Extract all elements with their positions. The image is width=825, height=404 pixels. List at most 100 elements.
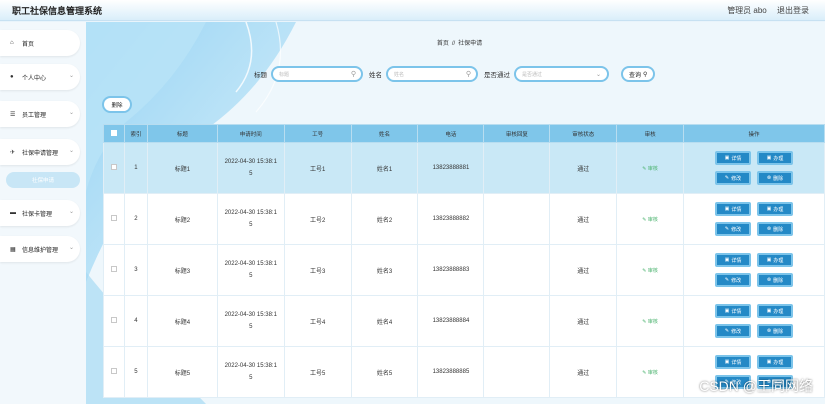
cell-phone: 13823888881 — [417, 142, 485, 194]
audit-label: 审核 — [647, 165, 658, 172]
handle-button[interactable]: ▣ 办理 — [757, 304, 794, 318]
row-actions: ▣ 详情 ▣ 办理 ✎ 修改 ⊗ 删除 — [684, 202, 824, 236]
sidebar-item-card[interactable]: ▬ 社保卡管理 ⌄ — [0, 200, 80, 226]
detail-button[interactable]: ▣ 详情 — [715, 304, 752, 318]
sidebar-item-info[interactable]: ▦ 信息维护管理 ⌄ — [0, 236, 80, 262]
row-select-cell[interactable] — [103, 193, 125, 245]
column-header: 审核回复 — [483, 124, 551, 143]
handle-button[interactable]: ▣ 办理 — [757, 253, 794, 267]
delete-label: 删除 — [773, 277, 784, 284]
breadcrumb-home[interactable]: 首页 — [437, 41, 449, 47]
cell-name: 姓名2 — [350, 193, 419, 245]
row-checkbox[interactable] — [110, 368, 117, 374]
sidebar-item-social-apply[interactable]: ✈ 社保申请管理 ⌄ — [0, 139, 80, 165]
cell-reply — [483, 295, 551, 347]
name-placeholder: 姓名 — [394, 71, 405, 78]
select-all-checkbox[interactable] — [110, 129, 117, 136]
audit-link[interactable]: ✎ 审核 — [642, 370, 658, 376]
chevron-down-icon: ⌄ — [595, 72, 601, 78]
breadcrumb-current: 社保申请 — [458, 41, 483, 47]
query-button[interactable]: 查询 ⚲ — [621, 66, 656, 82]
table-row[interactable]: 2 标题2 2022-04-30 15:38:1 5 工号2 姓名2 138238… — [103, 193, 825, 245]
row-select-cell[interactable] — [103, 244, 125, 296]
table-row[interactable]: 1 标题1 2022-04-30 15:38:1 5 工号1 姓名1 138238… — [103, 142, 825, 194]
list-icon: ☰ — [10, 111, 16, 118]
row-checkbox[interactable] — [110, 317, 117, 323]
cell-ops: ▣ 详情 ▣ 办理 ✎ 修改 ⊗ 删除 — [683, 142, 825, 194]
audit-link[interactable]: ✎ 审核 — [642, 319, 658, 325]
row-select-cell[interactable] — [103, 295, 125, 347]
sidebar-item-home[interactable]: ⌂ 首页 — [0, 30, 80, 56]
edit-button[interactable]: ✎ 修改 — [715, 222, 752, 236]
audit-label: 审核 — [647, 318, 658, 325]
column-header: 姓名 — [350, 124, 419, 143]
cell-reply — [483, 142, 551, 194]
row-checkbox[interactable] — [110, 215, 117, 221]
cell-time-line1: 2022-04-30 15:38:1 — [224, 159, 277, 165]
table-row[interactable]: 4 标题4 2022-04-30 15:38:1 5 工号4 姓名4 138238… — [103, 295, 825, 347]
sidebar: ⌂ 首页 ● 个人中心 ⌄ ☰ 员工管理 ⌄ ✈ 社保申请管理 ⌄ 社保申请 ▬… — [0, 22, 86, 404]
passed-select[interactable]: 是否通过 ⌄ — [514, 66, 609, 82]
audit-link[interactable]: ✎ 审核 — [642, 166, 658, 172]
detail-button[interactable]: ▣ 详情 — [715, 355, 752, 369]
row-checkbox[interactable] — [110, 266, 117, 272]
row-select-cell[interactable] — [103, 142, 125, 194]
delete-button[interactable]: ⊗ 删除 — [757, 171, 794, 185]
handle-label: 办理 — [773, 257, 784, 264]
cell-audit: ✎ 审核 — [616, 295, 685, 347]
name-input[interactable]: 姓名 ⚲ — [386, 66, 478, 82]
column-header: 电话 — [417, 124, 485, 143]
cell-no: 工号4 — [283, 295, 352, 347]
edit-label: 修改 — [731, 175, 742, 182]
batch-delete-button[interactable]: 删除 — [102, 96, 132, 113]
handle-icon: ▣ — [766, 308, 772, 314]
cell-time-line1: 2022-04-30 15:38:1 — [224, 312, 277, 318]
cell-time-line2: 5 — [249, 375, 253, 381]
chevron-down-icon: ⌄ — [68, 245, 74, 251]
title-input[interactable]: 标题 ⚲ — [271, 66, 363, 82]
delete-label: 删除 — [773, 328, 784, 335]
row-select-cell[interactable] — [103, 346, 125, 398]
edit-button[interactable]: ✎ 修改 — [715, 324, 752, 338]
delete-button[interactable]: ⊗ 删除 — [757, 324, 794, 338]
audit-link[interactable]: ✎ 审核 — [642, 268, 658, 274]
detail-button[interactable]: ▣ 详情 — [715, 151, 752, 165]
select-all-header[interactable] — [103, 124, 125, 143]
sidebar-item-personal[interactable]: ● 个人中心 ⌄ — [0, 64, 80, 90]
audit-link[interactable]: ✎ 审核 — [642, 217, 658, 223]
delete-button[interactable]: ⊗ 删除 — [757, 222, 794, 236]
cell-title: 标题4 — [146, 295, 218, 347]
edit-button[interactable]: ✎ 修改 — [715, 171, 752, 185]
cell-phone: 13823888884 — [417, 295, 485, 347]
logout-link[interactable]: 退出登录 — [777, 6, 809, 15]
sidebar-subitem-social-apply[interactable]: 社保申请 — [6, 172, 80, 188]
handle-button[interactable]: ▣ 办理 — [757, 202, 794, 216]
user-icon: ● — [10, 74, 14, 80]
detail-button[interactable]: ▣ 详情 — [715, 253, 752, 267]
handle-label: 办理 — [773, 359, 784, 366]
cell-title: 标题2 — [146, 193, 218, 245]
table-row[interactable]: 3 标题3 2022-04-30 15:38:1 5 工号3 姓名3 138238… — [103, 244, 825, 296]
cell-status: 通过 — [549, 346, 618, 398]
handle-button[interactable]: ▣ 办理 — [757, 151, 794, 165]
delete-button[interactable]: ⊗ 删除 — [757, 273, 794, 287]
edit-button[interactable]: ✎ 修改 — [715, 273, 752, 287]
cell-name: 姓名5 — [350, 346, 419, 398]
handle-button[interactable]: ▣ 办理 — [757, 355, 794, 369]
column-header: 申请时间 — [216, 124, 285, 143]
cell-title: 标题3 — [146, 244, 218, 296]
detail-button[interactable]: ▣ 详情 — [715, 202, 752, 216]
edit-icon: ✎ — [724, 328, 730, 334]
handle-icon: ▣ — [766, 206, 772, 212]
delete-label: 删除 — [773, 226, 784, 233]
cell-time-line1: 2022-04-30 15:38:1 — [224, 261, 277, 267]
cell-reply — [483, 346, 551, 398]
home-icon: ⌂ — [10, 40, 14, 46]
row-checkbox[interactable] — [110, 164, 117, 170]
cell-time-line2: 5 — [249, 273, 253, 279]
card-icon: ▬ — [10, 210, 16, 216]
trash-icon: ⊗ — [766, 277, 772, 283]
column-header: 操作 — [683, 124, 825, 143]
cell-audit: ✎ 审核 — [616, 193, 685, 245]
sidebar-item-employee[interactable]: ☰ 员工管理 ⌄ — [0, 101, 80, 127]
